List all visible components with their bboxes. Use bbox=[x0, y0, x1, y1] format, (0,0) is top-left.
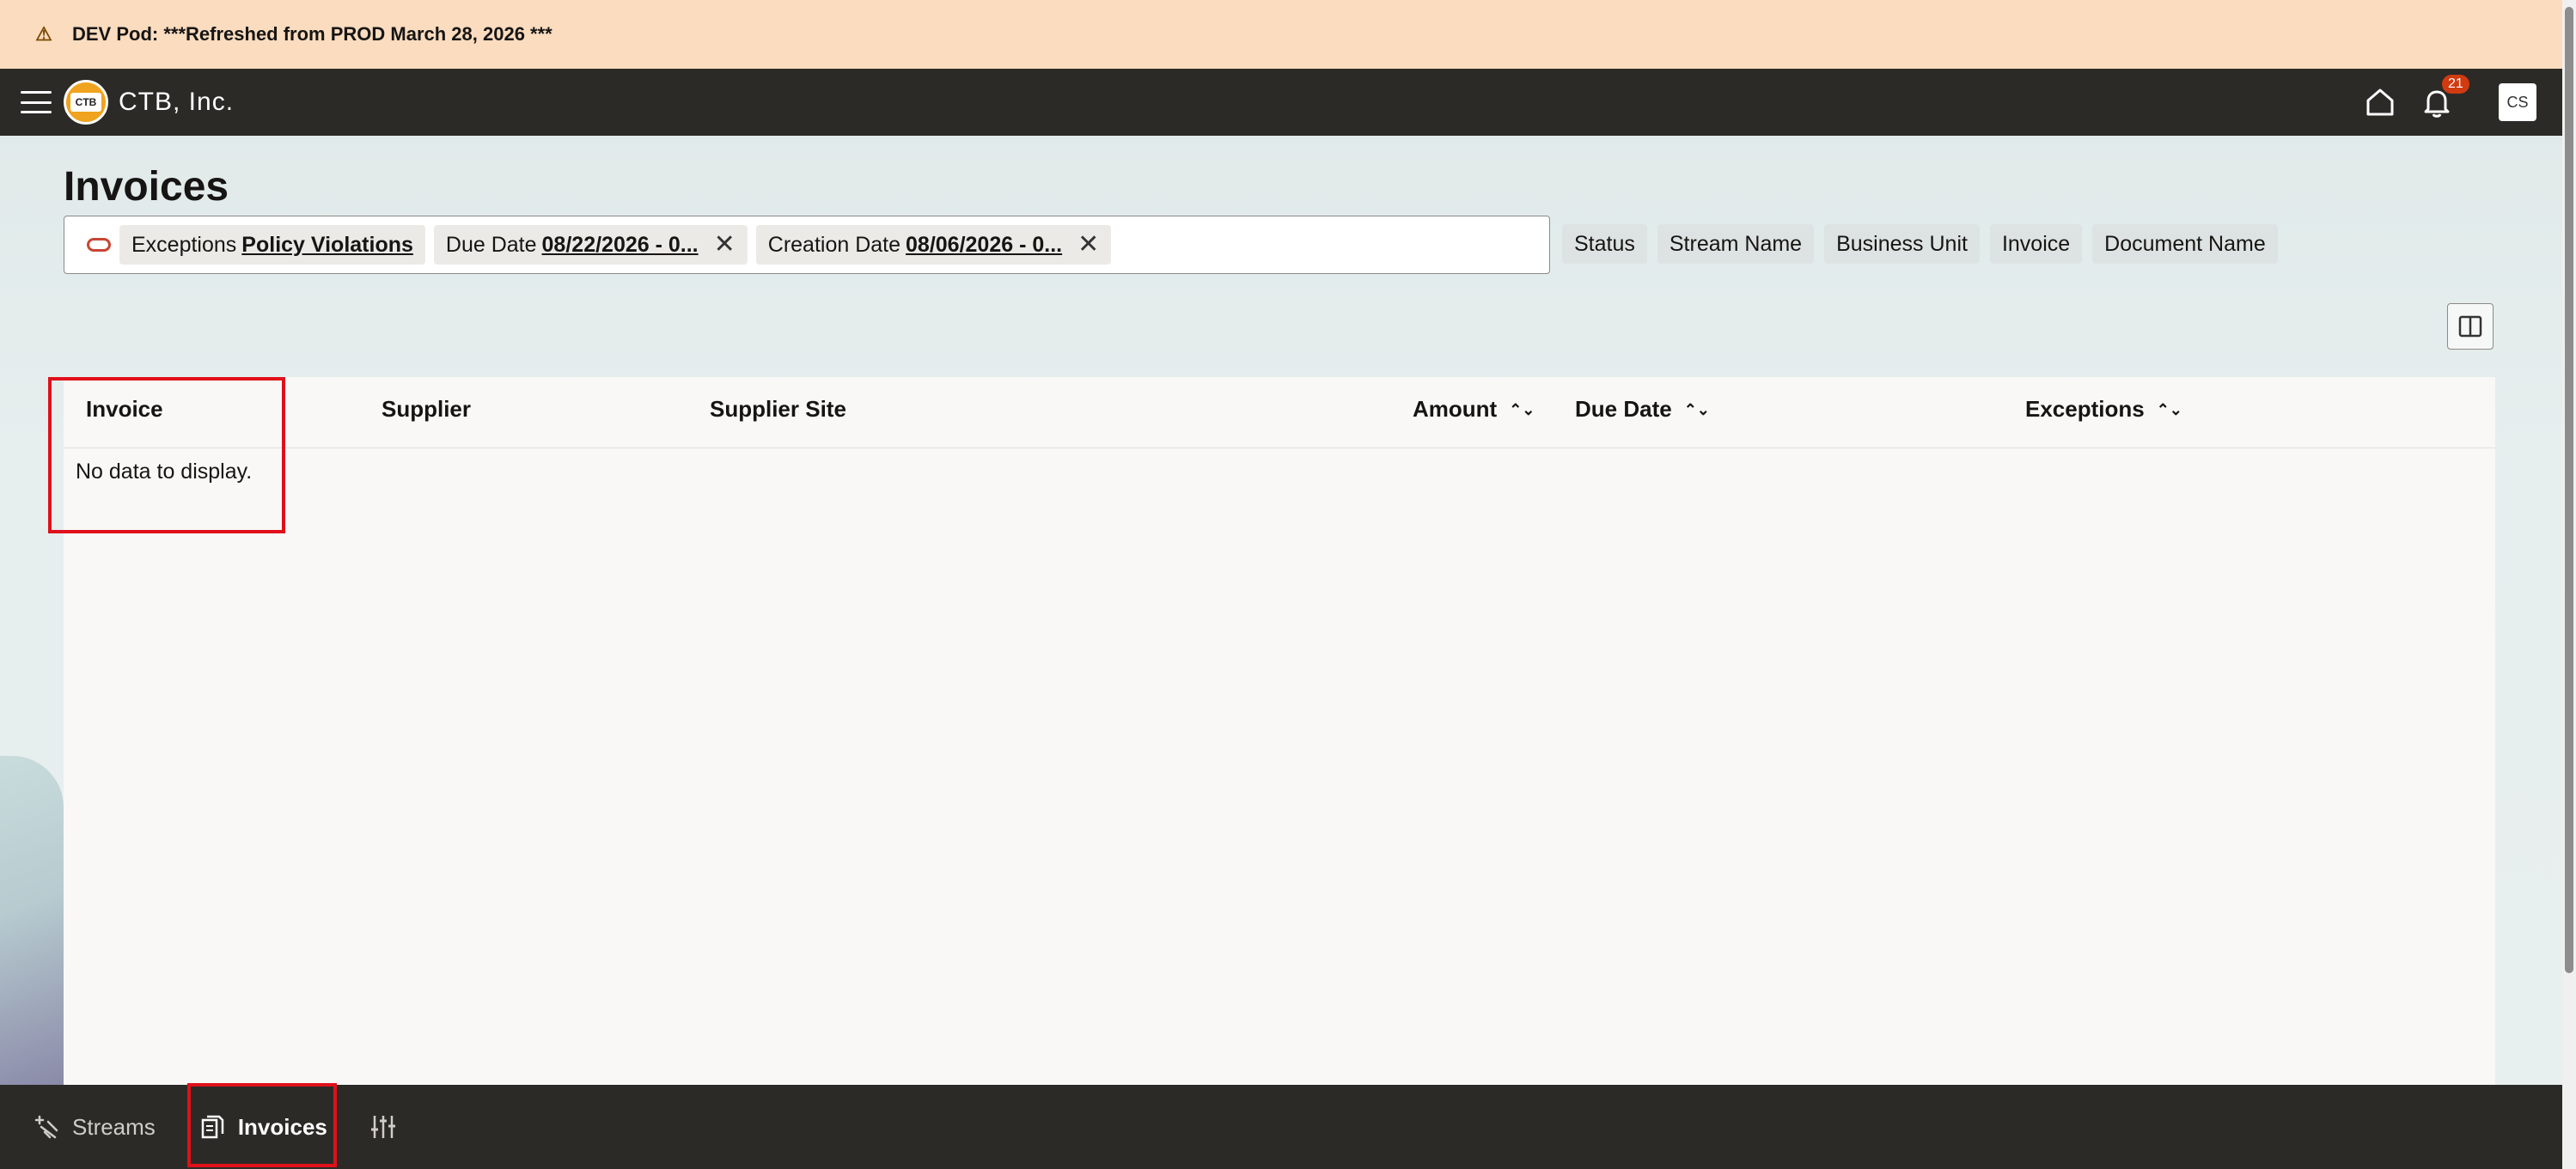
filter-chip-creation-date[interactable]: Creation Date 08/06/2026 - 0... ✕ bbox=[755, 225, 1112, 265]
notification-count-badge: 21 bbox=[2442, 75, 2469, 94]
facet-stream-name[interactable]: Stream Name bbox=[1657, 224, 1815, 264]
banner-text: DEV Pod: ***Refreshed from PROD March 28… bbox=[72, 23, 552, 45]
close-icon[interactable]: ✕ bbox=[1077, 232, 1099, 258]
nav-tab-settings[interactable] bbox=[369, 1085, 410, 1169]
page-title: Invoices bbox=[64, 164, 229, 210]
notifications-button[interactable]: 21 bbox=[2420, 75, 2469, 119]
facet-status[interactable]: Status bbox=[1562, 224, 1647, 264]
column-header-due-date[interactable]: Due Date ⌃⌄ bbox=[1575, 396, 1710, 423]
sort-icon[interactable]: ⌃⌄ bbox=[1509, 402, 1535, 417]
filter-chip-exceptions[interactable]: Exceptions Policy Violations bbox=[119, 225, 425, 265]
close-icon[interactable]: ✕ bbox=[714, 232, 736, 258]
invoices-table: Invoice Supplier Supplier Site Amount ⌃⌄ … bbox=[64, 377, 2495, 1085]
environment-banner: ⚠ DEV Pod: ***Refreshed from PROD March … bbox=[0, 0, 2562, 70]
facet-filters: Status Stream Name Business Unit Invoice… bbox=[1562, 224, 2288, 264]
company-logo: CTB bbox=[64, 80, 108, 125]
highlight-box-invoice-column bbox=[48, 377, 285, 533]
nav-tab-streams[interactable]: Streams bbox=[33, 1085, 156, 1169]
column-header-exceptions[interactable]: Exceptions ⌃⌄ bbox=[2025, 396, 2182, 423]
oracle-logo-icon bbox=[87, 238, 111, 252]
facet-business-unit[interactable]: Business Unit bbox=[1824, 224, 1980, 264]
bottom-navigation-bar: Streams Invoices bbox=[0, 1085, 2562, 1169]
home-icon[interactable] bbox=[2363, 85, 2397, 119]
panel-toggle-button[interactable] bbox=[2447, 303, 2494, 350]
split-panel-icon bbox=[2458, 315, 2482, 338]
column-header-supplier[interactable]: Supplier bbox=[382, 396, 471, 423]
page-scrollbar[interactable] bbox=[2562, 0, 2576, 1169]
top-navigation-bar: CTB CTB, Inc. 21 CS bbox=[0, 69, 2562, 136]
app-name: CTB, Inc. bbox=[119, 88, 235, 116]
sort-icon[interactable]: ⌃⌄ bbox=[2157, 402, 2182, 417]
sliders-icon bbox=[370, 1116, 395, 1138]
column-header-supplier-site[interactable]: Supplier Site bbox=[710, 396, 846, 423]
filter-bar[interactable]: Exceptions Policy Violations Due Date 08/2… bbox=[64, 216, 1550, 274]
scrollbar-thumb[interactable] bbox=[2565, 7, 2573, 973]
warning-icon: ⚠ bbox=[35, 23, 52, 45]
hamburger-menu-icon[interactable] bbox=[21, 91, 52, 113]
column-header-amount[interactable]: Amount ⌃⌄ bbox=[1413, 396, 1535, 423]
facet-invoice[interactable]: Invoice bbox=[1989, 224, 2083, 264]
facet-document-name[interactable]: Document Name bbox=[2092, 224, 2278, 264]
filter-chip-due-date[interactable]: Due Date 08/22/2026 - 0... ✕ bbox=[433, 225, 748, 265]
streams-icon bbox=[34, 1115, 58, 1139]
sort-icon[interactable]: ⌃⌄ bbox=[1684, 402, 1710, 417]
table-header: Invoice Supplier Supplier Site Amount ⌃⌄ … bbox=[64, 377, 2495, 448]
background-decoration bbox=[0, 756, 64, 1085]
highlight-box-invoices-tab bbox=[187, 1083, 337, 1167]
user-avatar[interactable]: CS bbox=[2499, 83, 2536, 121]
